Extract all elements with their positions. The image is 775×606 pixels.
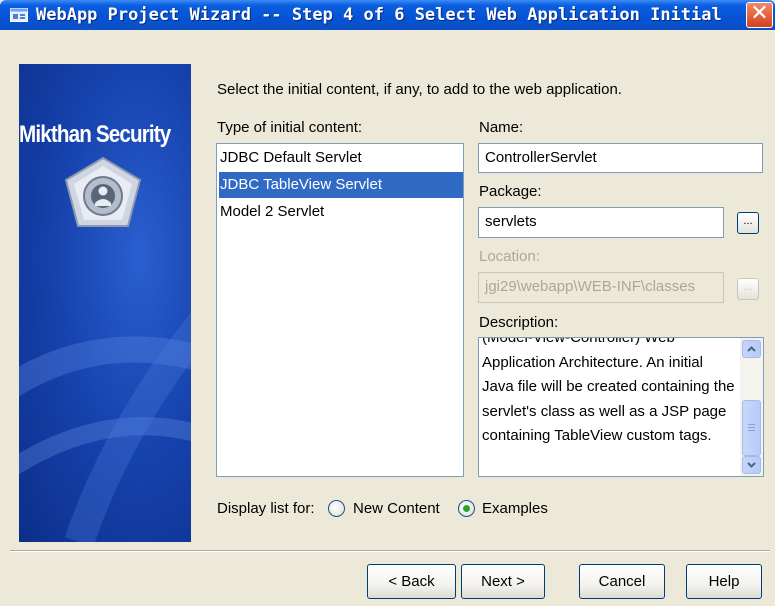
display-list-label: Display list for: — [217, 500, 315, 517]
list-item-model2-servlet[interactable]: Model 2 Servlet — [219, 199, 463, 225]
examples-radio[interactable] — [458, 500, 475, 517]
list-item-jdbc-default-servlet[interactable]: JDBC Default Servlet — [219, 145, 463, 171]
radio-checked-dot — [463, 505, 470, 512]
app-window-icon — [10, 8, 28, 22]
chevron-up-icon — [747, 346, 756, 352]
instructions-text: Select the initial content, if any, to a… — [217, 81, 622, 98]
back-button[interactable]: < Back — [367, 564, 456, 599]
wizard-banner: Mikthan Security — [19, 64, 191, 542]
scroll-up-button[interactable] — [742, 340, 761, 358]
new-content-radio[interactable] — [328, 500, 345, 517]
list-item-jdbc-tableview-servlet[interactable]: JDBC TableView Servlet — [219, 172, 463, 198]
content-list-label: Type of initial content: — [217, 119, 363, 136]
location-label: Location: — [479, 248, 540, 265]
scroll-grip-line — [748, 430, 755, 431]
content-type-list[interactable]: JDBC Default Servlet JDBC TableView Serv… — [216, 143, 464, 477]
close-button[interactable]: ✕ — [746, 2, 773, 28]
description-scrollbar[interactable] — [740, 338, 763, 476]
wizard-window: WebApp Project Wizard -- Step 4 of 6 Sel… — [0, 0, 775, 606]
window-title: WebApp Project Wizard -- Step 4 of 6 Sel… — [36, 5, 726, 25]
new-content-radio-label[interactable]: New Content — [353, 500, 440, 517]
close-icon: ✕ — [750, 1, 769, 26]
next-button[interactable]: Next > — [461, 564, 545, 599]
package-input[interactable]: servlets — [478, 207, 724, 238]
description-area[interactable]: (Model-View-Controller) Web Application … — [478, 337, 764, 477]
security-shield-logo-icon — [64, 156, 142, 227]
scroll-down-button[interactable] — [742, 456, 761, 474]
description-label: Description: — [479, 314, 559, 331]
banner-brand-text: Mikthan Security — [19, 121, 171, 148]
cancel-button[interactable]: Cancel — [579, 564, 665, 599]
scroll-thumb[interactable] — [742, 400, 761, 456]
scroll-grip-line — [748, 424, 755, 425]
name-label: Name: — [479, 119, 524, 136]
footer-separator — [10, 550, 770, 552]
description-text: (Model-View-Controller) Web Application … — [482, 337, 735, 444]
location-browse-button: ... — [737, 278, 759, 300]
help-button[interactable]: Help — [686, 564, 762, 599]
chevron-down-icon — [747, 462, 756, 468]
name-input[interactable]: ControllerServlet — [478, 143, 763, 173]
examples-radio-label[interactable]: Examples — [482, 500, 548, 517]
package-browse-button[interactable]: ... — [737, 212, 759, 234]
title-bar[interactable]: WebApp Project Wizard -- Step 4 of 6 Sel… — [0, 0, 775, 30]
location-input: jgi29\webapp\WEB-INF\classes — [478, 272, 724, 303]
package-label: Package: — [479, 183, 542, 200]
scroll-grip-line — [748, 427, 755, 428]
